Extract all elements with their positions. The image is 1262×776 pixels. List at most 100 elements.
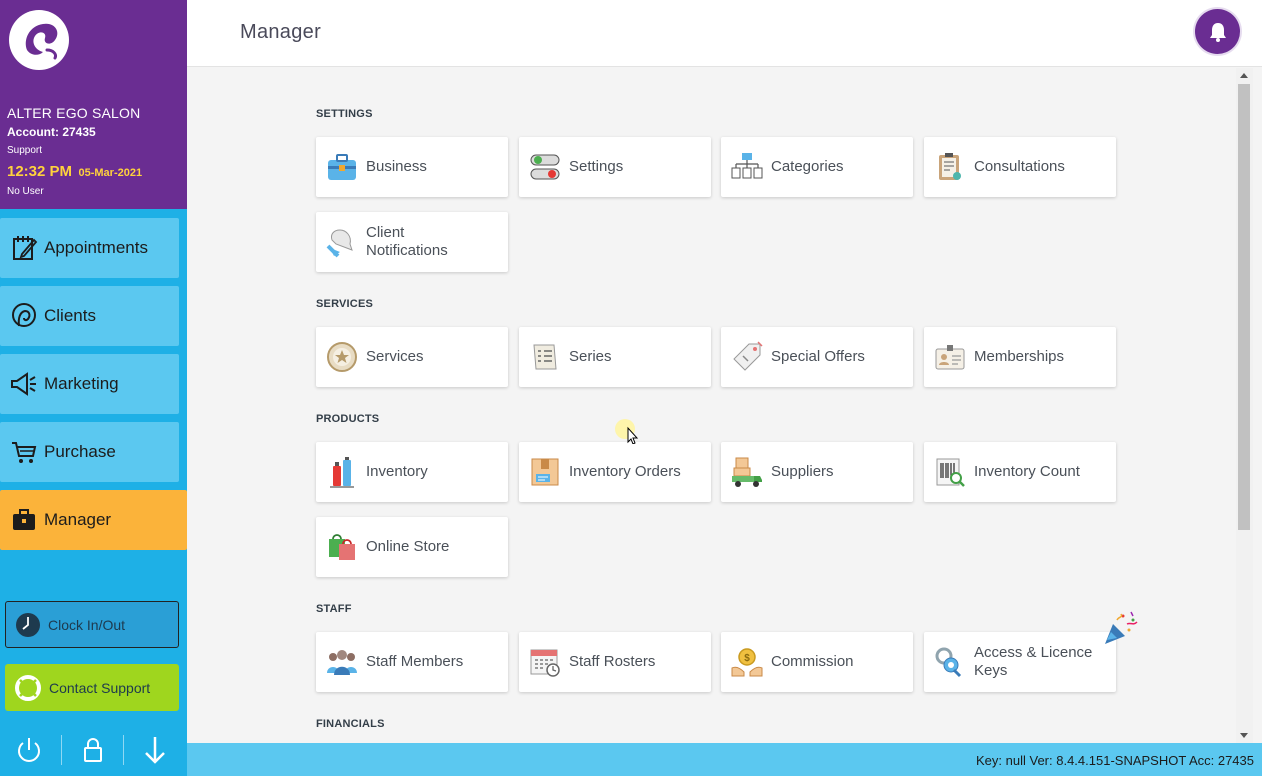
support-label: Support (7, 145, 43, 156)
card-label: Suppliers (771, 463, 834, 480)
card-label: Settings (569, 158, 624, 175)
card-label: Categories (771, 158, 844, 175)
clock-in-out-button[interactable]: Clock In/Out (5, 601, 179, 648)
id-card-icon (924, 327, 974, 387)
arrow-down-icon[interactable] (139, 734, 171, 766)
card-online-store[interactable]: Online Store (316, 517, 508, 577)
calendar-clock-icon (519, 632, 569, 692)
nav-marketing[interactable]: Marketing (0, 354, 179, 414)
section-title-services: SERVICES (316, 298, 374, 310)
clock-in-out-label: Clock In/Out (48, 616, 126, 633)
contact-support-button[interactable]: Contact Support (5, 664, 179, 711)
clipboard-icon (924, 137, 974, 197)
notifications-button[interactable] (1195, 9, 1240, 54)
current-datetime: 12:32 PM 05-Mar-2021 (7, 163, 142, 181)
card-label: Access & Licence Keys (974, 644, 1093, 679)
section-title-financials: FINANCIALS (316, 718, 385, 730)
card-label: Business (366, 158, 427, 175)
briefcase-icon (0, 490, 44, 550)
card-label: Online Store (366, 538, 450, 555)
keys-icon (924, 632, 974, 692)
header: Manager (187, 0, 1262, 67)
toggle-switches-icon (519, 137, 569, 197)
card-label: Inventory Count (974, 463, 1080, 480)
lock-icon[interactable] (77, 734, 109, 766)
bell-notification-icon (316, 212, 366, 272)
hierarchy-icon (721, 137, 771, 197)
card-series[interactable]: Series (519, 327, 711, 387)
card-inventory-count[interactable]: Inventory Count (924, 442, 1116, 502)
card-commission[interactable]: $ Commission (721, 632, 913, 692)
toolbar-divider (123, 735, 124, 765)
page-title: Manager (240, 21, 322, 43)
card-settings[interactable]: Settings (519, 137, 711, 197)
briefcase-icon (316, 137, 366, 197)
current-user: No User (7, 186, 44, 197)
card-client-notifications[interactable]: Client Notifications (316, 212, 508, 272)
contact-support-label: Contact Support (49, 679, 151, 696)
current-date: 05-Mar-2021 (78, 167, 143, 179)
card-consultations[interactable]: Consultations (924, 137, 1116, 197)
nav-purchase-label: Purchase (44, 442, 116, 461)
nav-purchase[interactable]: Purchase (0, 422, 179, 482)
status-footer: Key: null Ver: 8.4.4.151-SNAPSHOT Acc: 2… (187, 743, 1262, 776)
card-label: Series (569, 348, 612, 365)
salon-name: ALTER EGO SALON (7, 105, 141, 121)
barcode-scan-icon (924, 442, 974, 502)
shopping-bags-icon (316, 517, 366, 577)
section-title-settings: SETTINGS (316, 108, 373, 120)
card-suppliers[interactable]: Suppliers (721, 442, 913, 502)
card-label: Inventory (366, 463, 428, 480)
bell-icon (1209, 22, 1226, 42)
card-special-offers[interactable]: Special Offers (721, 327, 913, 387)
version-info: Key: null Ver: 8.4.4.151-SNAPSHOT Acc: 2… (976, 753, 1254, 768)
head-icon (0, 286, 44, 346)
section-title-staff: STAFF (316, 603, 352, 615)
nav-appointments[interactable]: Appointments (0, 218, 179, 278)
nav-manager-label: Manager (44, 510, 112, 529)
card-label: Services (366, 348, 424, 365)
checklist-icon (519, 327, 569, 387)
bottom-toolbar (0, 726, 187, 776)
manager-content: SETTINGS Business Settings Categories Co… (187, 68, 1236, 743)
nav-marketing-label: Marketing (44, 374, 119, 393)
scrollbar-thumb[interactable] (1238, 84, 1250, 530)
party-popper-icon (1103, 610, 1139, 646)
package-order-icon (519, 442, 569, 502)
clock-icon (14, 611, 42, 639)
scroll-up-arrow-icon[interactable] (1240, 73, 1248, 78)
nav-clients[interactable]: Clients (0, 286, 179, 346)
mouse-cursor-icon (614, 418, 640, 445)
svg-text:$: $ (744, 653, 750, 664)
card-access-licence-keys[interactable]: Access & Licence Keys (924, 632, 1116, 692)
nav-clients-label: Clients (44, 306, 96, 325)
section-title-products: PRODUCTS (316, 413, 380, 425)
salon-logo-icon (9, 10, 69, 70)
card-label: Commission (771, 653, 854, 670)
megaphone-icon (0, 354, 44, 414)
card-staff-rosters[interactable]: Staff Rosters (519, 632, 711, 692)
card-inventory-orders[interactable]: Inventory Orders (519, 442, 711, 502)
nav-manager[interactable]: Manager (0, 490, 187, 550)
scroll-down-arrow-icon[interactable] (1240, 733, 1248, 738)
delivery-truck-icon (721, 442, 771, 502)
price-tag-icon (721, 327, 771, 387)
sidebar: ALTER EGO SALON Account: 27435 Support 1… (0, 0, 187, 776)
toolbar-divider (61, 735, 62, 765)
team-icon (316, 632, 366, 692)
card-memberships[interactable]: Memberships (924, 327, 1116, 387)
card-label: Consultations (974, 158, 1065, 175)
card-label: Staff Rosters (569, 653, 656, 670)
card-business[interactable]: Business (316, 137, 508, 197)
card-inventory[interactable]: Inventory (316, 442, 508, 502)
coin-hands-icon: $ (721, 632, 771, 692)
power-icon[interactable] (13, 734, 45, 766)
card-services[interactable]: Services (316, 327, 508, 387)
card-categories[interactable]: Categories (721, 137, 913, 197)
brand-panel: ALTER EGO SALON Account: 27435 Support 1… (0, 0, 187, 209)
bottles-icon (316, 442, 366, 502)
card-label: Staff Members (366, 653, 464, 670)
card-label: Client Notifications (366, 224, 448, 259)
card-staff-members[interactable]: Staff Members (316, 632, 508, 692)
content-scrollbar[interactable] (1236, 68, 1253, 743)
